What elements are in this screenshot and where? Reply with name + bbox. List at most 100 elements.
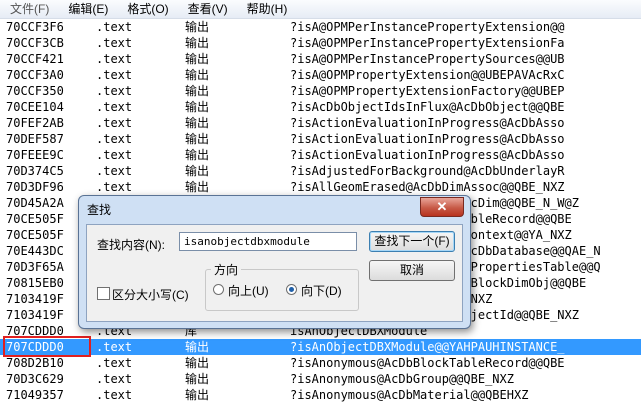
row-address: 70CCF3A0 bbox=[6, 68, 64, 82]
row-type: 输出 bbox=[185, 84, 210, 98]
row-symbol: ?isActionEvaluationInProgress@AcDbAsso bbox=[290, 148, 565, 162]
row-symbol: ?isActionEvaluationInProgress@AcDbAsso bbox=[290, 132, 565, 146]
table-row[interactable]: 70FEEE9C .text 输出 ?isActionEvaluationInProg… bbox=[0, 147, 641, 163]
row-address: 70CE505F bbox=[6, 212, 64, 226]
menu-bar: 文件(F) 编辑(E) 格式(O) 查看(V) 帮助(H) bbox=[0, 0, 641, 19]
row-symbol: ?isAcDbObjectIdsInFlux@AcDbObject@@QBE bbox=[290, 100, 565, 114]
row-address: 70FEF2AB bbox=[6, 116, 64, 130]
table-row[interactable]: 70DEF587 .text 输出 ?isActionEvaluationInProg… bbox=[0, 131, 641, 147]
direction-label: 方向 bbox=[211, 261, 242, 278]
row-type: 输出 bbox=[185, 52, 210, 66]
row-address: 70D374C5 bbox=[6, 164, 64, 178]
row-address: 70FEEE9C bbox=[6, 148, 64, 162]
row-address: 7103419F bbox=[6, 308, 64, 322]
table-row[interactable]: 70CCF3A0 .text 输出 ?isA@OPMPropertyExtension… bbox=[0, 67, 641, 83]
match-case-checkbox[interactable] bbox=[97, 287, 110, 300]
row-symbol: ?isAnonymous@AcDbMaterial@@QBEHXZ bbox=[290, 388, 529, 402]
table-row[interactable]: 70CCF350 .text 输出 ?isA@OPMPropertyExtension… bbox=[0, 83, 641, 99]
row-address: 70815EB0 bbox=[6, 276, 64, 290]
row-address: 70CCF421 bbox=[6, 52, 64, 66]
row-symbol: ?isA@OPMPerInstancePropertyExtensionFa bbox=[290, 36, 565, 50]
row-section: .text bbox=[96, 36, 133, 50]
table-row[interactable]: 70CCF3CB .text 输出 ?isA@OPMPerInstanceProper… bbox=[0, 35, 641, 51]
row-section: .text bbox=[96, 180, 133, 194]
table-row[interactable]: 70CCF421 .text 输出 ?isA@OPMPerInstanceProper… bbox=[0, 51, 641, 67]
menu-item[interactable]: 格式(O) bbox=[117, 0, 177, 18]
row-section: .text bbox=[96, 100, 133, 114]
row-symbol: ?isAdjustedForBackground@AcDbUnderlayR bbox=[290, 164, 565, 178]
row-address: 70CE505F bbox=[6, 228, 64, 242]
row-type: 输出 bbox=[185, 36, 210, 50]
row-address: 70CEE104 bbox=[6, 100, 64, 114]
table-row[interactable]: 70D374C5 .text 输出 ?isAdjustedForBackground@… bbox=[0, 163, 641, 179]
row-address: 7103419F bbox=[6, 292, 64, 306]
row-address: 70D3C629 bbox=[6, 372, 64, 386]
row-address: 70D3DF96 bbox=[6, 180, 64, 194]
table-row[interactable]: 71049357 .text 输出 ?isAnonymous@AcDbMaterial… bbox=[0, 387, 641, 403]
dialog-body: 查找内容(N): isanobjectdbxmodule 查找下一个(F) 取消… bbox=[86, 224, 463, 322]
row-type: 输出 bbox=[185, 356, 210, 370]
row-type: 输出 bbox=[185, 148, 210, 162]
row-type: 输出 bbox=[185, 132, 210, 146]
table-row[interactable]: 70D3C629 .text 输出 ?isAnonymous@AcDbGroup@@Q… bbox=[0, 371, 641, 387]
row-address: 70E443DC bbox=[6, 244, 64, 258]
row-type: 输出 bbox=[185, 180, 210, 194]
row-type: 输出 bbox=[185, 100, 210, 114]
close-icon[interactable]: ✕ bbox=[420, 197, 464, 217]
find-next-button[interactable]: 查找下一个(F) bbox=[369, 231, 455, 252]
row-section: .text bbox=[96, 68, 133, 82]
match-case-label[interactable]: 区分大小写(C) bbox=[112, 286, 189, 303]
row-address: 70D3F65A bbox=[6, 260, 64, 274]
table-row[interactable]: 708D2B10 .text 输出 ?isAnonymous@AcDbBlockTab… bbox=[0, 355, 641, 371]
menu-item[interactable]: 文件(F) bbox=[0, 0, 58, 18]
direction-down-label[interactable]: 向下(D) bbox=[301, 282, 342, 299]
row-type: 输出 bbox=[185, 68, 210, 82]
row-section: .text bbox=[96, 340, 133, 354]
row-address: 70DEF587 bbox=[6, 132, 64, 146]
row-symbol: ?isA@OPMPerInstancePropertySources@@UB bbox=[290, 52, 565, 66]
direction-down-radio[interactable] bbox=[286, 284, 297, 295]
direction-up-label[interactable]: 向上(U) bbox=[228, 282, 269, 299]
row-section: .text bbox=[96, 148, 133, 162]
row-type: 输出 bbox=[185, 340, 210, 354]
row-address: 70CCF3CB bbox=[6, 36, 64, 50]
row-section: .text bbox=[96, 20, 133, 34]
row-address: 71049357 bbox=[6, 388, 64, 402]
row-section: .text bbox=[96, 388, 133, 402]
table-row[interactable]: 70FEF2AB .text 输出 ?isActionEvaluationInProg… bbox=[0, 115, 641, 131]
menu-item[interactable]: 帮助(H) bbox=[237, 0, 297, 18]
selected-table-row[interactable]: 707CDDD0 .text 输出 ?isAnObjectDBXModule@@YAH… bbox=[0, 339, 641, 355]
row-type: 输出 bbox=[185, 388, 210, 402]
row-section: .text bbox=[96, 356, 133, 370]
row-section: .text bbox=[96, 372, 133, 386]
table-row[interactable]: 70CEE104 .text 输出 ?isAcDbObjectIdsInFlux@Ac… bbox=[0, 99, 641, 115]
row-address: 70CCF3F6 bbox=[6, 20, 64, 34]
row-symbol: ?isAnonymous@AcDbGroup@@QBE_NXZ bbox=[290, 372, 514, 386]
table-row[interactable]: 70CCF3F6 .text 输出 ?isA@OPMPerInstanceProper… bbox=[0, 19, 641, 35]
menu-item[interactable]: 查看(V) bbox=[178, 0, 237, 18]
row-address: 708D2B10 bbox=[6, 356, 64, 370]
direction-up-radio[interactable] bbox=[213, 284, 224, 295]
row-address: 70CCF350 bbox=[6, 84, 64, 98]
row-address: 70D45A2A bbox=[6, 196, 64, 210]
row-section: .text bbox=[96, 132, 133, 146]
dialog-title: 查找 bbox=[87, 203, 112, 217]
row-type: 输出 bbox=[185, 20, 210, 34]
row-type: 输出 bbox=[185, 164, 210, 178]
row-symbol: ?isAllGeomErased@AcDbDimAssoc@@QBE_NXZ bbox=[290, 180, 565, 194]
find-dialog: 查找 ✕ 查找内容(N): isanobjectdbxmodule 查找下一个(… bbox=[78, 195, 471, 329]
row-section: .text bbox=[96, 84, 133, 98]
row-symbol: ?isAnonymous@AcDbBlockTableRecord@@QBE bbox=[290, 356, 565, 370]
row-type: 输出 bbox=[185, 372, 210, 386]
row-symbol: ?isA@OPMPropertyExtension@@UBEPAVAcRxC bbox=[290, 68, 565, 82]
row-section: .text bbox=[96, 52, 133, 66]
address-highlight-box bbox=[3, 336, 91, 357]
table-row[interactable]: 70D3DF96 .text 输出 ?isAllGeomErased@AcDbDimA… bbox=[0, 179, 641, 195]
find-input[interactable]: isanobjectdbxmodule bbox=[179, 232, 357, 251]
row-symbol: ?isActionEvaluationInProgress@AcDbAsso bbox=[290, 116, 565, 130]
cancel-button[interactable]: 取消 bbox=[369, 260, 455, 281]
row-symbol: ?isAnObjectDBXModule@@YAHPAUHINSTANCE_ bbox=[290, 340, 565, 354]
row-symbol: ?isA@OPMPropertyExtensionFactory@@UBEP bbox=[290, 84, 565, 98]
row-section: .text bbox=[96, 116, 133, 130]
menu-item[interactable]: 编辑(E) bbox=[58, 0, 117, 18]
